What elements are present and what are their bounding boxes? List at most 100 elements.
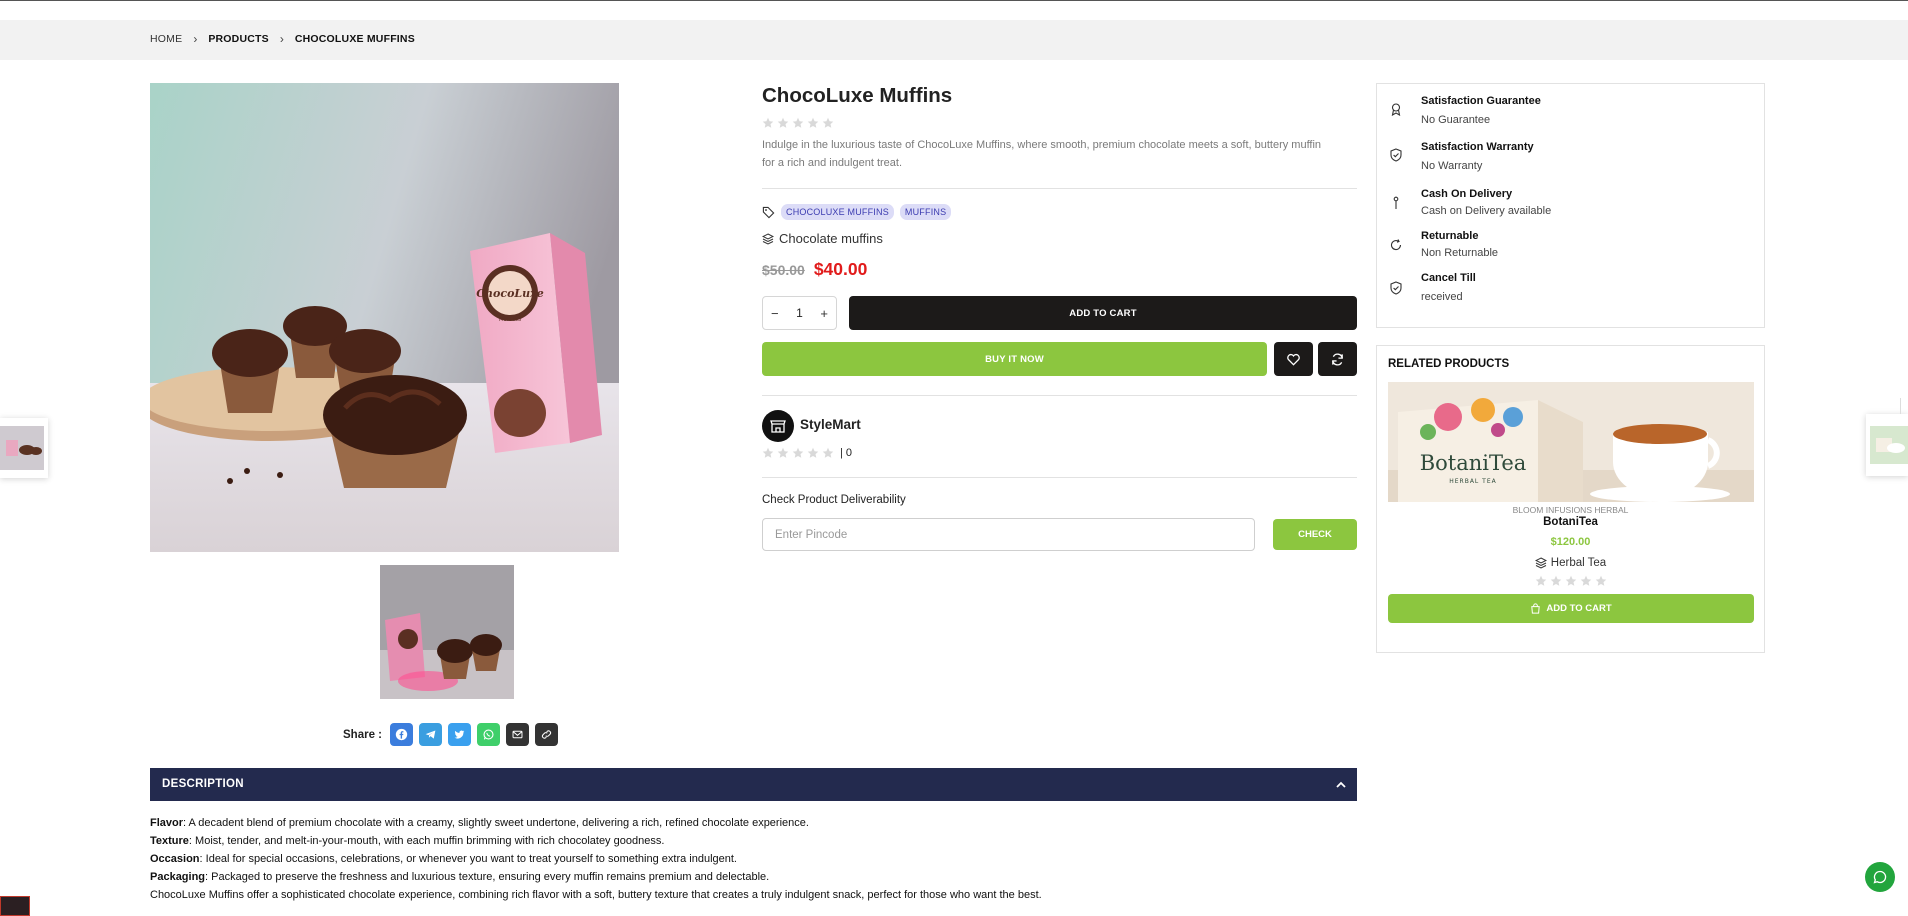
star-icon bbox=[1580, 575, 1591, 586]
breadcrumb-home[interactable]: HOME bbox=[150, 33, 182, 45]
facebook-icon[interactable] bbox=[390, 723, 413, 746]
divider bbox=[762, 395, 1357, 396]
perk-title: Satisfaction Warranty bbox=[1421, 141, 1534, 153]
description-body: Flavor: A decadent blend of premium choc… bbox=[150, 814, 1357, 904]
star-icon bbox=[777, 447, 789, 458]
shield-check-icon bbox=[1390, 148, 1402, 162]
related-products-panel: RELATED PRODUCTS BotaniTea HERBAL TEA BL… bbox=[1376, 345, 1765, 653]
breadcrumb-bar: HOME › PRODUCTS › CHOCOLUXE MUFFINS bbox=[0, 20, 1908, 60]
perk-value: received bbox=[1421, 291, 1463, 303]
perk-title: Cancel Till bbox=[1421, 272, 1476, 284]
layers-icon bbox=[762, 232, 774, 245]
box-brand-text: ChocoLuxe bbox=[476, 287, 543, 300]
store-review-count: | 0 bbox=[840, 447, 853, 459]
bag-icon bbox=[1531, 603, 1541, 614]
refresh-icon bbox=[1332, 352, 1343, 366]
box-small-text: MUFFINS bbox=[499, 317, 521, 323]
product-thumbnail[interactable] bbox=[380, 565, 514, 699]
pincode-input[interactable] bbox=[762, 518, 1255, 551]
compare-button[interactable] bbox=[1318, 342, 1357, 376]
product-main-image[interactable]: ChocoLuxe MUFFINS bbox=[150, 83, 619, 552]
divider bbox=[762, 477, 1357, 478]
share-row: Share : bbox=[343, 723, 558, 746]
whatsapp-icon[interactable] bbox=[477, 723, 500, 746]
perk-value: Non Returnable bbox=[1421, 247, 1499, 259]
top-border bbox=[0, 0, 1908, 1]
perk-title: Returnable bbox=[1421, 230, 1479, 242]
twitter-icon[interactable] bbox=[448, 723, 471, 746]
related-add-to-cart-label: ADD TO CART bbox=[1546, 603, 1612, 614]
store-name[interactable]: StyleMart bbox=[800, 417, 861, 432]
store-avatar[interactable] bbox=[762, 410, 794, 442]
old-price: $50.00 bbox=[762, 262, 805, 278]
next-product-preview[interactable] bbox=[1866, 414, 1908, 476]
quantity-stepper[interactable]: − 1 + bbox=[762, 296, 837, 330]
plus-icon[interactable]: + bbox=[820, 306, 828, 321]
breadcrumb-current: CHOCOLUXE MUFFINS bbox=[294, 33, 415, 45]
previous-product-preview[interactable] bbox=[0, 418, 48, 478]
description-line: Flavor: A decadent blend of premium choc… bbox=[150, 817, 809, 829]
product-title: ChocoLuxe Muffins bbox=[762, 84, 953, 107]
perk-value: No Warranty bbox=[1421, 160, 1483, 172]
related-product-price: $120.00 bbox=[1550, 536, 1591, 548]
tag-chip[interactable]: MUFFINS bbox=[899, 204, 952, 220]
related-category-label: Herbal Tea bbox=[1550, 557, 1607, 569]
add-to-cart-button[interactable]: ADD TO CART bbox=[849, 296, 1357, 330]
chevron-right-icon: › bbox=[279, 32, 284, 46]
product-rating-stars bbox=[762, 117, 834, 129]
description-accordion-header[interactable]: DESCRIPTION bbox=[150, 768, 1357, 801]
telegram-icon[interactable] bbox=[419, 723, 442, 746]
star-icon bbox=[1595, 575, 1606, 586]
star-icon bbox=[792, 117, 804, 128]
related-product-image[interactable]: BotaniTea HERBAL TEA bbox=[1388, 382, 1754, 502]
star-icon bbox=[807, 447, 819, 458]
description-line: Texture: Moist, tender, and melt-in-your… bbox=[150, 835, 665, 847]
description-closing: ChocoLuxe Muffins offer a sophisticated … bbox=[150, 889, 1042, 901]
quantity-value[interactable]: 1 bbox=[796, 306, 803, 320]
shield-check-icon bbox=[1390, 281, 1402, 295]
mail-icon[interactable] bbox=[506, 723, 529, 746]
star-icon bbox=[762, 447, 774, 458]
product-category: Chocolate muffins bbox=[762, 231, 883, 246]
breadcrumb: HOME › PRODUCTS › CHOCOLUXE MUFFINS bbox=[150, 33, 415, 45]
star-icon bbox=[1565, 575, 1576, 586]
divider bbox=[762, 188, 1357, 189]
description-title: DESCRIPTION bbox=[162, 778, 244, 790]
star-icon bbox=[822, 117, 834, 128]
star-icon bbox=[807, 117, 819, 128]
buy-now-button[interactable]: BUY IT NOW bbox=[762, 342, 1267, 376]
chevron-up-icon bbox=[1336, 781, 1346, 788]
description-line: Occasion: Ideal for special occasions, c… bbox=[150, 853, 737, 865]
chat-icon bbox=[1873, 870, 1887, 884]
star-icon bbox=[1550, 575, 1561, 586]
category-label: Chocolate muffins bbox=[779, 231, 883, 246]
deliverability-label: Check Product Deliverability bbox=[762, 494, 906, 506]
related-product-brand: BLOOM INFUSIONS HERBAL bbox=[1512, 505, 1629, 515]
corner-widget[interactable] bbox=[0, 896, 30, 916]
related-product-name[interactable]: BotaniTea bbox=[1377, 516, 1764, 528]
service-perks-panel: Satisfaction Guarantee No Guarantee Sati… bbox=[1376, 83, 1765, 328]
link-icon[interactable] bbox=[535, 723, 558, 746]
perk-title: Cash On Delivery bbox=[1421, 188, 1513, 200]
perk-value: Cash on Delivery available bbox=[1421, 205, 1552, 217]
perk-value: No Guarantee bbox=[1421, 114, 1491, 126]
minus-icon[interactable]: − bbox=[771, 306, 779, 321]
side-tab[interactable] bbox=[1900, 398, 1908, 414]
description-line: Packaging: Packaged to preserve the fres… bbox=[150, 871, 770, 883]
tag-icon bbox=[762, 206, 775, 218]
related-add-to-cart-button[interactable]: ADD TO CART bbox=[1388, 594, 1754, 623]
perk-title: Satisfaction Guarantee bbox=[1421, 95, 1541, 107]
chevron-right-icon: › bbox=[193, 32, 198, 46]
product-tags: CHOCOLUXE MUFFINS MUFFINS bbox=[762, 204, 952, 220]
check-button[interactable]: CHECK bbox=[1273, 519, 1357, 550]
breadcrumb-products[interactable]: PRODUCTS bbox=[208, 33, 269, 45]
share-label: Share : bbox=[343, 728, 382, 741]
tag-chip[interactable]: CHOCOLUXE MUFFINS bbox=[781, 204, 894, 220]
layers-icon bbox=[1534, 557, 1547, 569]
chat-button[interactable] bbox=[1865, 862, 1895, 892]
sale-price: $40.00 bbox=[813, 259, 868, 279]
badge-icon bbox=[1391, 103, 1401, 116]
botanitea-packaging-text: BotaniTea bbox=[1420, 451, 1527, 475]
wishlist-button[interactable] bbox=[1274, 342, 1313, 376]
product-price: $50.00 $40.00 bbox=[762, 259, 867, 280]
